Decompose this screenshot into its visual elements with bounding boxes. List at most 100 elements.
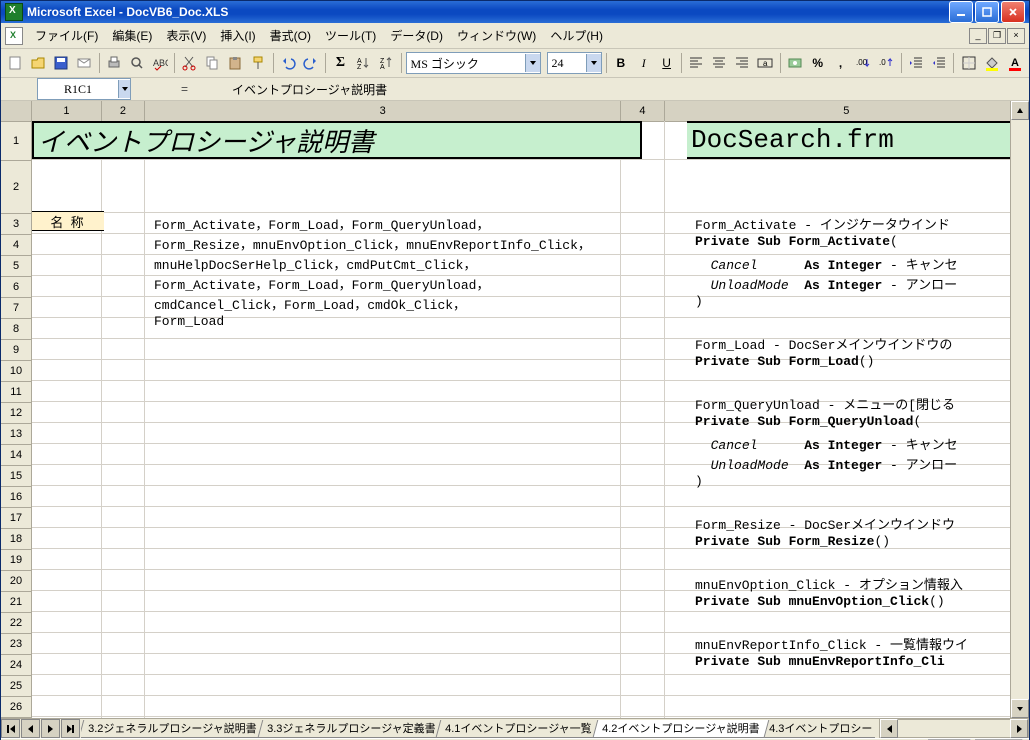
row-header[interactable]: 17: [1, 508, 31, 529]
scroll-right-button[interactable]: [1010, 719, 1028, 738]
row-header[interactable]: 11: [1, 382, 31, 403]
row-header[interactable]: 9: [1, 340, 31, 361]
title-bar[interactable]: Microsoft Excel - DocVB6_Doc.XLS: [1, 1, 1029, 23]
cell[interactable]: Private Sub Form_QueryUnload(: [695, 414, 921, 429]
sheet-tab[interactable]: 4.2イベントプロシージャ説明書: [592, 720, 769, 738]
row-header[interactable]: 16: [1, 487, 31, 508]
increase-decimal-button[interactable]: .00: [853, 51, 874, 75]
cell[interactable]: Form_Resize - DocSerメインウインドウ: [695, 514, 955, 533]
document-icon[interactable]: [5, 27, 23, 45]
sort-desc-button[interactable]: ZA: [376, 51, 397, 75]
title-cell[interactable]: イベントプロシージャ説明書: [32, 121, 642, 159]
menu-tools[interactable]: ツール(T): [319, 25, 382, 46]
paste-button[interactable]: [225, 51, 246, 75]
cell[interactable]: Form_Load - DocSerメインウインドウの: [695, 334, 952, 353]
row-header[interactable]: 6: [1, 277, 31, 298]
cell[interactable]: Private Sub Form_Resize(): [695, 534, 890, 549]
cell[interactable]: Private Sub Form_Activate(: [695, 234, 898, 249]
tab-nav-last[interactable]: [61, 719, 80, 738]
sheet-tab[interactable]: 4.3イベントプロシー: [760, 720, 876, 738]
menu-format[interactable]: 書式(O): [264, 25, 317, 46]
sheet-tab[interactable]: 3.2ジェネラルプロシージャ説明書: [81, 720, 266, 738]
menu-file[interactable]: ファイル(F): [29, 25, 104, 46]
underline-button[interactable]: U: [656, 51, 677, 75]
name-box[interactable]: [37, 78, 131, 100]
cell[interactable]: Form_Activate，Form_Load，Form_QueryUnload…: [154, 274, 489, 293]
cell[interactable]: Form_QueryUnload - メニューの[閉じる: [695, 394, 955, 413]
menu-data[interactable]: データ(D): [384, 25, 449, 46]
cell[interactable]: UnloadMode As Integer - アンロー: [695, 274, 957, 293]
name-label-cell[interactable]: 名 称: [32, 211, 104, 231]
print-button[interactable]: [103, 51, 124, 75]
borders-button[interactable]: [958, 51, 979, 75]
preview-button[interactable]: [126, 51, 147, 75]
tab-nav-first[interactable]: [1, 719, 20, 738]
cell[interactable]: Form_Load: [154, 314, 224, 329]
cell[interactable]: mnuEnvReportInfo_Click - 一覧情報ウイ: [695, 634, 968, 653]
row-header[interactable]: 8: [1, 319, 31, 340]
filename-cell[interactable]: DocSearch.frm: [687, 121, 1029, 159]
scroll-left-button[interactable]: [880, 719, 898, 738]
column-header[interactable]: 3: [145, 101, 621, 121]
menu-view[interactable]: 表示(V): [160, 25, 212, 46]
row-header[interactable]: 26: [1, 697, 31, 718]
align-left-button[interactable]: [686, 51, 707, 75]
row-header[interactable]: 3: [1, 214, 31, 235]
row-header[interactable]: 7: [1, 298, 31, 319]
mdi-restore-button[interactable]: ❐: [988, 28, 1006, 44]
row-header[interactable]: 1: [1, 122, 31, 161]
cell[interactable]: ): [695, 474, 703, 489]
row-header[interactable]: 12: [1, 403, 31, 424]
column-header[interactable]: 2: [102, 101, 145, 121]
font-color-button[interactable]: A: [1004, 51, 1025, 75]
column-header[interactable]: 1: [32, 101, 102, 121]
align-center-button[interactable]: [709, 51, 730, 75]
font-name-box[interactable]: [406, 52, 541, 74]
format-painter-button[interactable]: [248, 51, 269, 75]
cell[interactable]: UnloadMode As Integer - アンロー: [695, 454, 957, 473]
cell[interactable]: Private Sub Form_Load(): [695, 354, 874, 369]
maximize-button[interactable]: [975, 1, 999, 23]
redo-button[interactable]: [300, 51, 321, 75]
font-size-input[interactable]: [548, 54, 586, 72]
minimize-button[interactable]: [949, 1, 973, 23]
sheet-tab[interactable]: 4.1イベントプロシージャ一覧: [436, 720, 602, 738]
name-box-dropdown[interactable]: [118, 80, 130, 98]
row-header[interactable]: 25: [1, 676, 31, 697]
mdi-close-button[interactable]: ×: [1007, 28, 1025, 44]
mail-button[interactable]: [74, 51, 95, 75]
cell[interactable]: mnuHelpDocSerHelp_Click，cmdPutCmt_Click，: [154, 254, 476, 273]
row-header[interactable]: 22: [1, 613, 31, 634]
fill-color-button[interactable]: [981, 51, 1002, 75]
cell[interactable]: mnuEnvOption_Click - オプション情報入: [695, 574, 963, 593]
row-header[interactable]: 20: [1, 571, 31, 592]
font-size-box[interactable]: [547, 52, 602, 74]
decrease-decimal-button[interactable]: .0: [876, 51, 897, 75]
column-header[interactable]: 5: [665, 101, 1030, 121]
column-header[interactable]: 4: [621, 101, 664, 121]
menu-help[interactable]: ヘルプ(H): [544, 25, 609, 46]
row-header[interactable]: 5: [1, 256, 31, 277]
menu-insert[interactable]: 挿入(I): [214, 25, 261, 46]
scroll-up-button[interactable]: [1011, 101, 1029, 120]
cell[interactable]: Form_Activate，Form_Load，Form_QueryUnload…: [154, 214, 489, 233]
cell[interactable]: Form_Resize，mnuEnvOption_Click，mnuEnvRep…: [154, 234, 591, 253]
row-header[interactable]: 15: [1, 466, 31, 487]
sheet-tab[interactable]: 3.3ジェネラルプロシージャ定義書: [257, 720, 445, 738]
menu-window[interactable]: ウィンドウ(W): [451, 25, 542, 46]
copy-button[interactable]: [202, 51, 223, 75]
tab-nav-prev[interactable]: [21, 719, 40, 738]
row-header[interactable]: 23: [1, 634, 31, 655]
decrease-indent-button[interactable]: [906, 51, 927, 75]
font-name-input[interactable]: [407, 54, 525, 72]
name-box-input[interactable]: [38, 82, 118, 97]
italic-button[interactable]: I: [633, 51, 654, 75]
cell[interactable]: Cancel As Integer - キャンセ: [695, 254, 958, 273]
save-button[interactable]: [51, 51, 72, 75]
row-header[interactable]: 14: [1, 445, 31, 466]
close-button[interactable]: [1001, 1, 1025, 23]
cell[interactable]: ): [695, 294, 703, 309]
cut-button[interactable]: [179, 51, 200, 75]
cell[interactable]: Private Sub mnuEnvOption_Click(): [695, 594, 945, 609]
horizontal-scrollbar[interactable]: [879, 719, 1029, 738]
